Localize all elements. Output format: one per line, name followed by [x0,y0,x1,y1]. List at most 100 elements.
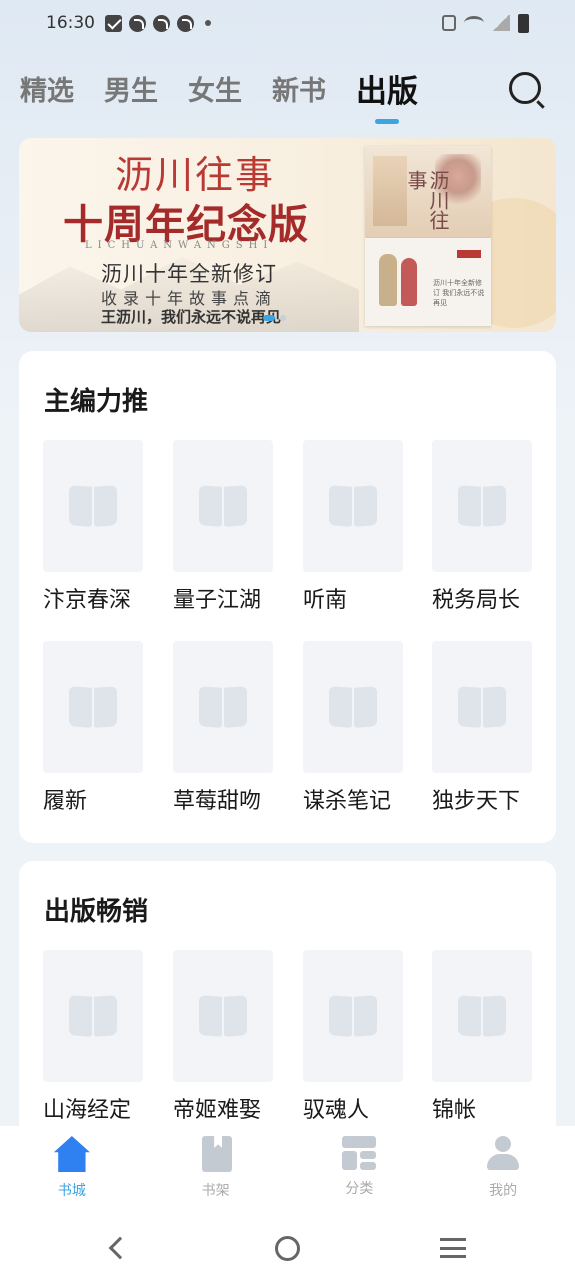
status-right [442,13,529,33]
book-placeholder-icon [69,687,117,727]
book-cover [303,641,403,773]
cover-title: 沥川往事 [404,170,450,230]
cover-figure [379,254,397,306]
book-cover [173,440,273,572]
book-placeholder-icon [199,687,247,727]
cover-figure [401,258,417,306]
tab-female[interactable]: 女生 [188,66,242,118]
book-item[interactable]: 量子江湖 [173,440,273,614]
book-item[interactable]: 草莓甜吻 [173,641,273,815]
banner-pinyin: LICHUANWANGSHI [85,240,274,251]
status-time: 16:30 [46,13,95,33]
cover-house-art [373,156,407,226]
book-item[interactable]: 帝姬难娶 [173,950,273,1124]
book-cover [173,950,273,1082]
book-item[interactable]: 锦帐 [432,950,532,1124]
book-item[interactable]: 履新 [43,641,143,815]
tab-featured[interactable]: 精选 [20,66,74,118]
cover-text: 沥川十年全新修订 我们永远不说再见 [433,279,485,307]
wifi-icon [464,16,484,30]
book-item[interactable]: 听南 [303,440,403,614]
user-icon [486,1136,520,1172]
book-item[interactable]: 税务局长 [432,440,532,614]
book-placeholder-icon [69,486,117,526]
section-title: 主编力推 [44,387,149,417]
nav-label: 书架 [201,1183,230,1199]
promo-banner[interactable]: 沥川往事 十周年纪念版 LICHUANWANGSHI 沥川十年全新修订 收录十年… [19,138,556,332]
book-title: 独步天下 [432,789,521,814]
book-cover [432,950,532,1082]
book-title: 履新 [43,789,88,814]
book-title: 汴京春深 [43,588,132,613]
signal-icon [492,15,510,31]
book-cover [43,950,143,1082]
book-title: 谋杀笔记 [303,789,392,814]
nav-label: 我的 [489,1183,518,1199]
tab-male[interactable]: 男生 [104,66,158,118]
tab-published[interactable]: 出版 [356,66,418,124]
notification-icon [177,14,194,32]
status-bar: 16:30 [0,0,575,46]
book-item[interactable]: 独步天下 [432,641,532,815]
book-placeholder-icon [69,996,117,1036]
book-placeholder-icon [458,687,506,727]
bottom-nav: 书城 书架 分类 我的 [0,1126,575,1216]
battery-icon [518,13,529,33]
nav-category[interactable]: 分类 [288,1126,432,1216]
book-title: 量子江湖 [173,588,262,613]
banner-book-cover-back: 沥川十年全新修订 我们永远不说再见 [365,238,491,326]
book-cover [43,641,143,773]
section-title: 出版畅销 [44,897,149,927]
tab-new-books[interactable]: 新书 [272,66,326,118]
search-icon[interactable] [509,72,541,104]
book-placeholder-icon [199,486,247,526]
banner-pagination [263,315,286,321]
book-placeholder-icon [199,996,247,1036]
home-circle-icon[interactable] [275,1236,300,1261]
banner-title: 沥川往事 [115,153,276,197]
book-cover [432,440,532,572]
category-icon [342,1136,377,1170]
pagination-dot [280,315,286,321]
mail-icon [105,14,122,32]
book-placeholder-icon [329,687,377,727]
book-cover [173,641,273,773]
system-nav-bar [0,1216,575,1280]
book-cover [43,440,143,572]
banner-book-cover: 沥川往事 [365,146,491,238]
banner-line3: 王沥川，我们永远不说再见 [101,308,282,326]
category-tabs: 精选 男生 女生 新书 出版 [0,62,575,124]
book-placeholder-icon [329,996,377,1036]
book-title: 驭魂人 [303,1098,370,1123]
notification-icon [153,14,170,32]
section-editor-picks: 主编力推 汴京春深 量子江湖 听南 税务局长 履新 草莓甜吻 谋杀笔记 独步天下 [19,351,556,843]
nav-profile[interactable]: 我的 [431,1126,575,1216]
book-cover [303,950,403,1082]
notification-icon [129,14,146,32]
book-title: 税务局长 [432,588,521,613]
back-icon[interactable] [108,1236,132,1260]
section-bestsellers: 出版畅销 山海经定 帝姬难娶 驭魂人 锦帐 [19,861,556,1161]
book-cover [303,440,403,572]
nav-bookshelf[interactable]: 书架 [144,1126,288,1216]
book-item[interactable]: 谋杀笔记 [303,641,403,815]
nav-label: 分类 [345,1181,374,1197]
book-item[interactable]: 驭魂人 [303,950,403,1124]
book-cover [432,641,532,773]
book-title: 听南 [303,588,348,613]
dot-icon [205,20,211,26]
cover-tag [457,250,481,258]
book-title: 山海经定 [43,1098,132,1123]
book-item[interactable]: 汴京春深 [43,440,143,614]
book-placeholder-icon [329,486,377,526]
book-item[interactable]: 山海经定 [43,950,143,1124]
bookshelf-icon [202,1136,233,1172]
vibrate-icon [442,15,456,31]
home-icon [53,1136,90,1172]
menu-icon[interactable] [440,1238,466,1258]
book-title: 草莓甜吻 [173,789,262,814]
nav-label: 书城 [57,1183,86,1199]
nav-bookstore[interactable]: 书城 [0,1126,144,1216]
book-placeholder-icon [458,996,506,1036]
book-title: 帝姬难娶 [173,1098,262,1123]
